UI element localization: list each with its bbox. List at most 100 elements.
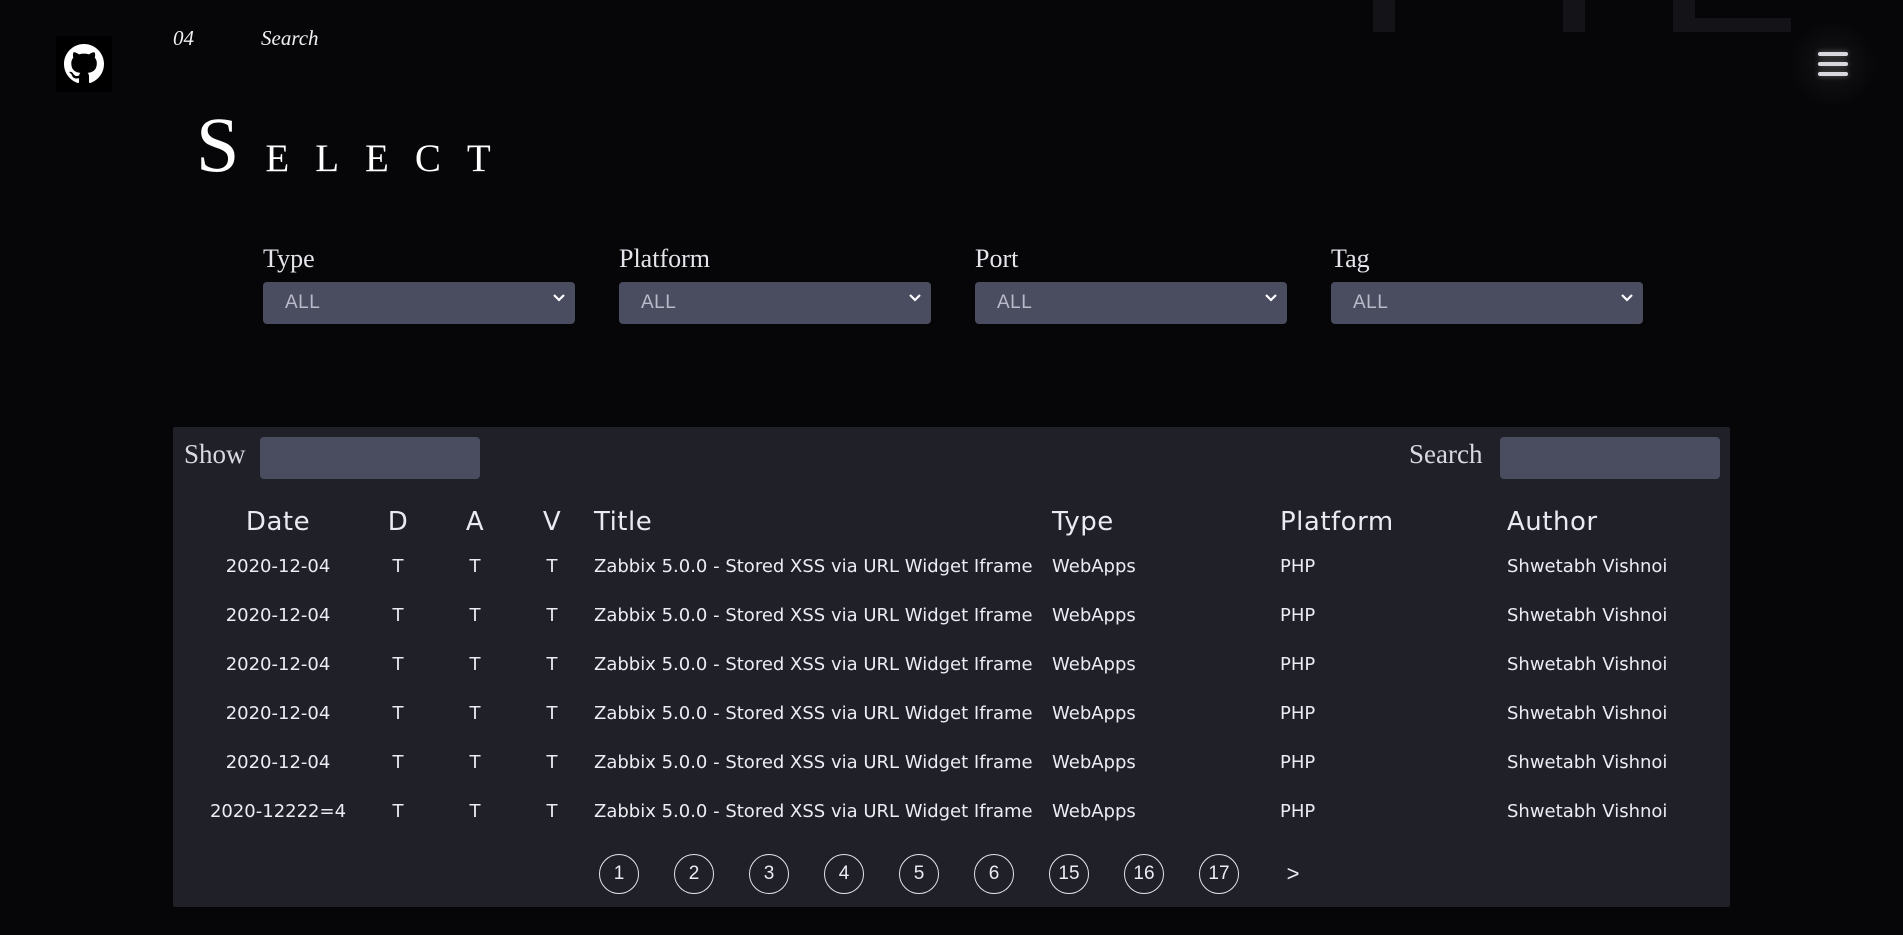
page-button-6[interactable]: 6: [974, 854, 1014, 894]
chevron-down-icon: [909, 294, 921, 302]
column-header-platform[interactable]: Platform: [1280, 507, 1394, 537]
cell-a: T: [469, 752, 481, 773]
cell-type: WebApps: [1052, 801, 1136, 822]
cell-author: Shwetabh Vishnoi: [1507, 703, 1668, 724]
chevron-down-icon: [553, 294, 565, 302]
cell-title-link[interactable]: Zabbix 5.0.0 - Stored XSS via URL Widget…: [594, 800, 1033, 824]
cell-date: 2020-12222=4: [209, 801, 347, 822]
cell-d: T: [392, 556, 404, 577]
cell-platform: PHP: [1280, 654, 1316, 675]
cell-d: T: [392, 703, 404, 724]
cell-platform: PHP: [1280, 556, 1316, 577]
cell-author: Shwetabh Vishnoi: [1507, 556, 1668, 577]
github-link[interactable]: [56, 36, 112, 92]
filter-type-label: Type: [263, 244, 315, 273]
cell-v: T: [546, 556, 558, 577]
cell-title-link[interactable]: Zabbix 5.0.0 - Stored XSS via URL Widget…: [594, 653, 1033, 677]
chevron-down-icon: [1621, 294, 1633, 302]
page-button-5[interactable]: 5: [899, 854, 939, 894]
background-decoration: [1373, 0, 1793, 40]
page-title: Select: [196, 101, 517, 188]
show-label: Show: [184, 439, 246, 469]
filter-port-label: Port: [975, 244, 1019, 273]
table-header: Date D A V Title Type Platform Author: [173, 507, 1730, 547]
column-header-a[interactable]: A: [460, 507, 490, 537]
cell-title-link[interactable]: Zabbix 5.0.0 - Stored XSS via URL Widget…: [594, 604, 1033, 628]
next-page-button[interactable]: >: [1278, 854, 1308, 894]
cell-v: T: [546, 801, 558, 822]
menu-button[interactable]: [1783, 24, 1883, 104]
cell-author: Shwetabh Vishnoi: [1507, 752, 1668, 773]
column-header-v[interactable]: V: [537, 507, 567, 537]
cell-platform: PHP: [1280, 752, 1316, 773]
cell-v: T: [546, 703, 558, 724]
cell-author: Shwetabh Vishnoi: [1507, 605, 1668, 626]
page-button-17[interactable]: 17: [1199, 854, 1239, 894]
results-panel: Show Search Date D A V Title Type Platfo…: [173, 427, 1730, 907]
cell-d: T: [392, 752, 404, 773]
cell-date: 2020-12-04: [225, 556, 331, 577]
filter-port: Port ALL: [975, 244, 1287, 324]
cell-d: T: [392, 654, 404, 675]
cell-author: Shwetabh Vishnoi: [1507, 801, 1668, 822]
page-button-2[interactable]: 2: [674, 854, 714, 894]
platform-select-value: ALL: [641, 292, 677, 313]
page-root: 04 Search Select Type ALL Platform ALL P…: [0, 0, 1903, 935]
tag-select[interactable]: ALL: [1331, 282, 1643, 324]
filter-tag: Tag ALL: [1331, 244, 1643, 324]
filter-platform-label: Platform: [619, 244, 710, 273]
page-button-1[interactable]: 1: [599, 854, 639, 894]
show-entries-input[interactable]: [260, 437, 480, 479]
cell-d: T: [392, 801, 404, 822]
filter-tag-label: Tag: [1331, 244, 1370, 273]
port-select-value: ALL: [997, 292, 1033, 313]
cell-title-link[interactable]: Zabbix 5.0.0 - Stored XSS via URL Widget…: [594, 702, 1033, 726]
type-select[interactable]: ALL: [263, 282, 575, 324]
table-row: 2020-12-04 T T T Zabbix 5.0.0 - Stored X…: [173, 702, 1730, 751]
cell-title-link[interactable]: Zabbix 5.0.0 - Stored XSS via URL Widget…: [594, 555, 1033, 579]
github-icon: [64, 44, 104, 84]
cell-platform: PHP: [1280, 605, 1316, 626]
table-row: 2020-12-04 T T T Zabbix 5.0.0 - Stored X…: [173, 555, 1730, 604]
cell-a: T: [469, 556, 481, 577]
type-select-value: ALL: [285, 292, 321, 313]
filter-type: Type ALL: [263, 244, 575, 324]
table-row: 2020-12-04 T T T Zabbix 5.0.0 - Stored X…: [173, 751, 1730, 800]
hamburger-menu-icon: [1818, 52, 1848, 56]
nav-link-04[interactable]: 04: [173, 26, 261, 51]
cell-type: WebApps: [1052, 752, 1136, 773]
cell-a: T: [469, 654, 481, 675]
page-button-4[interactable]: 4: [824, 854, 864, 894]
cell-date: 2020-12-04: [225, 703, 331, 724]
cell-type: WebApps: [1052, 654, 1136, 675]
column-header-author[interactable]: Author: [1507, 507, 1598, 537]
cell-a: T: [469, 801, 481, 822]
cell-v: T: [546, 752, 558, 773]
page-button-15[interactable]: 15: [1049, 854, 1089, 894]
port-select[interactable]: ALL: [975, 282, 1287, 324]
search-label: Search: [1409, 439, 1483, 469]
table-search-input[interactable]: [1500, 437, 1720, 479]
table-row: 2020-12-04 T T T Zabbix 5.0.0 - Stored X…: [173, 653, 1730, 702]
cell-v: T: [546, 654, 558, 675]
cell-a: T: [469, 605, 481, 626]
cell-type: WebApps: [1052, 605, 1136, 626]
filter-bar: Type ALL Platform ALL Port ALL Tag ALL: [263, 244, 1643, 324]
column-header-d[interactable]: D: [383, 507, 413, 537]
platform-select[interactable]: ALL: [619, 282, 931, 324]
chevron-down-icon: [1265, 294, 1277, 302]
filter-platform: Platform ALL: [619, 244, 931, 324]
cell-a: T: [469, 703, 481, 724]
column-header-date[interactable]: Date: [199, 507, 357, 537]
cell-title-link[interactable]: Zabbix 5.0.0 - Stored XSS via URL Widget…: [594, 751, 1033, 775]
page-button-3[interactable]: 3: [749, 854, 789, 894]
cell-v: T: [546, 605, 558, 626]
cell-type: WebApps: [1052, 556, 1136, 577]
page-button-16[interactable]: 16: [1124, 854, 1164, 894]
nav-link-search[interactable]: Search: [261, 26, 319, 51]
column-header-type[interactable]: Type: [1052, 507, 1114, 537]
table-row: 2020-12-04 T T T Zabbix 5.0.0 - Stored X…: [173, 604, 1730, 653]
cell-date: 2020-12-04: [225, 654, 331, 675]
cell-date: 2020-12-04: [225, 605, 331, 626]
column-header-title[interactable]: Title: [594, 507, 652, 537]
